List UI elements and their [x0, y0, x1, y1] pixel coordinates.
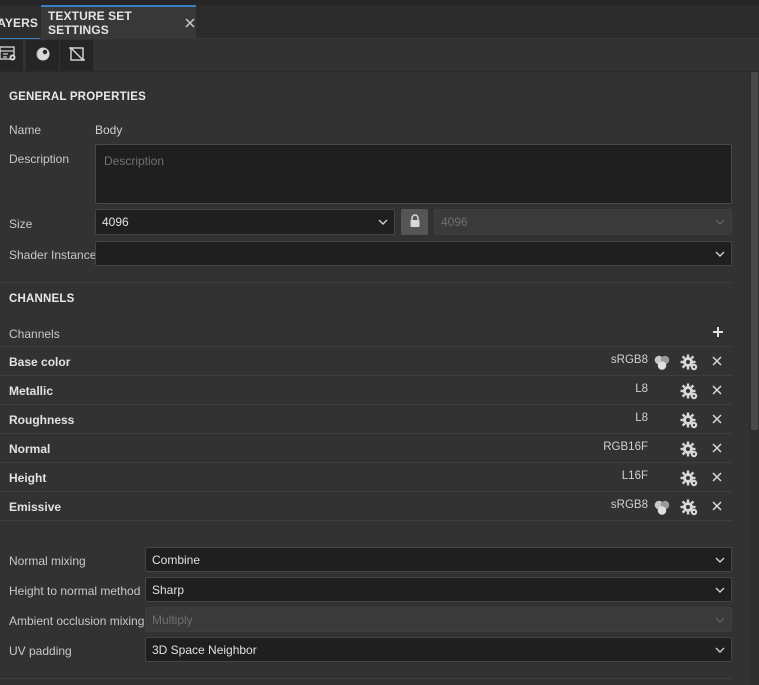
- channel-format[interactable]: L8: [635, 412, 648, 424]
- channel-row[interactable]: Roughness L8: [0, 405, 732, 434]
- channel-settings-icon[interactable]: [680, 411, 698, 429]
- remove-channel-icon[interactable]: [711, 355, 723, 367]
- ao-mixing-dropdown: Multiply: [145, 607, 732, 632]
- channel-format[interactable]: sRGB8: [611, 354, 648, 366]
- tab-layers-label: LAYERS: [0, 16, 38, 30]
- description-placeholder: Description: [104, 154, 165, 168]
- size-label: Size: [9, 217, 33, 231]
- channel-settings-icon[interactable]: [680, 498, 698, 516]
- chevron-down-icon: [715, 557, 725, 563]
- uv-frame-icon: [68, 46, 85, 65]
- channel-name: Normal: [9, 442, 51, 456]
- channel-name: Emissive: [9, 500, 62, 514]
- close-icon[interactable]: [184, 17, 196, 29]
- chevron-down-icon: [715, 251, 725, 257]
- remove-channel-icon[interactable]: [711, 413, 723, 425]
- channel-name: Roughness: [9, 413, 75, 427]
- uv-settings-button[interactable]: [60, 40, 93, 71]
- chevron-down-icon: [715, 587, 725, 593]
- add-channel-button[interactable]: [712, 326, 724, 338]
- uv-padding-value: 3D Space Neighbor: [152, 642, 257, 657]
- channel-settings-icon[interactable]: [680, 382, 698, 400]
- tab-texture-set-settings[interactable]: TEXTURE SET SETTINGS: [41, 5, 196, 39]
- normal-mixing-label: Normal mixing: [9, 554, 86, 568]
- channel-format[interactable]: L8: [635, 383, 648, 395]
- general-properties-heading: GENERAL PROPERTIES: [9, 91, 146, 103]
- color-profile-icon[interactable]: [653, 353, 671, 371]
- channel-format[interactable]: L16F: [622, 470, 648, 482]
- bottom-divider: [0, 678, 732, 679]
- ao-mixing-label: Ambient occlusion mixing: [9, 614, 145, 628]
- channel-row[interactable]: Normal RGB16F: [0, 434, 732, 463]
- remove-channel-icon[interactable]: [711, 442, 723, 454]
- channel-settings-icon[interactable]: [680, 440, 698, 458]
- material-sphere-icon: [35, 46, 51, 65]
- texture-set-settings-icon: [0, 46, 17, 65]
- channel-format[interactable]: sRGB8: [611, 499, 648, 511]
- channel-settings-icon[interactable]: [680, 353, 698, 371]
- height-to-normal-value: Sharp: [152, 582, 185, 597]
- chevron-down-icon: [715, 647, 725, 653]
- ao-mixing-value: Multiply: [152, 612, 193, 627]
- size-value: 4096: [102, 215, 129, 229]
- channel-name: Base color: [9, 355, 71, 369]
- section-divider: [0, 282, 732, 283]
- uv-padding-dropdown[interactable]: 3D Space Neighbor: [145, 637, 732, 662]
- panel-tab-bar: LAYERS TEXTURE SET SETTINGS: [0, 0, 759, 40]
- chevron-down-icon: [378, 219, 388, 225]
- channel-name: Height: [9, 471, 47, 485]
- remove-channel-icon[interactable]: [711, 500, 723, 512]
- chevron-down-icon: [715, 219, 725, 225]
- remove-channel-icon[interactable]: [711, 384, 723, 396]
- height-to-normal-dropdown[interactable]: Sharp: [145, 577, 732, 602]
- shader-instance-label: Shader Instance: [9, 248, 97, 262]
- chevron-down-icon: [715, 617, 725, 623]
- scrollbar-thumb[interactable]: [751, 72, 758, 430]
- material-view-button[interactable]: [26, 40, 59, 71]
- shader-instance-dropdown[interactable]: [95, 241, 732, 266]
- remove-channel-icon[interactable]: [711, 471, 723, 483]
- channel-row[interactable]: Base color sRGB8: [0, 347, 732, 376]
- normal-mixing-dropdown[interactable]: Combine: [145, 547, 732, 572]
- channel-row[interactable]: Emissive sRGB8: [0, 492, 732, 521]
- description-field[interactable]: Description: [95, 144, 732, 204]
- normal-mixing-value: Combine: [152, 552, 201, 567]
- height-to-normal-label: Height to normal method: [9, 584, 141, 598]
- size-lock-button[interactable]: [401, 209, 428, 235]
- description-label: Description: [9, 152, 70, 166]
- tab-texture-set-settings-label: TEXTURE SET SETTINGS: [48, 9, 132, 37]
- texture-set-toolbar: [0, 39, 759, 72]
- name-label: Name: [9, 123, 42, 137]
- name-value: Body: [95, 123, 123, 137]
- size-dropdown[interactable]: 4096: [95, 209, 395, 235]
- tab-layers[interactable]: LAYERS: [0, 7, 40, 40]
- channel-row[interactable]: Height L16F: [0, 463, 732, 492]
- uv-padding-label: UV padding: [9, 644, 72, 658]
- plus-icon: [713, 327, 723, 337]
- channels-list-label: Channels: [9, 327, 60, 341]
- lock-icon: [409, 213, 421, 231]
- channels-heading: CHANNELS: [9, 293, 75, 305]
- channel-row[interactable]: Metallic L8: [0, 376, 732, 405]
- size-linked-dropdown: 4096: [434, 209, 732, 235]
- texture-set-settings-button[interactable]: [0, 40, 23, 71]
- channel-name: Metallic: [9, 384, 54, 398]
- color-profile-icon[interactable]: [653, 498, 671, 516]
- size-linked-value: 4096: [441, 215, 468, 229]
- channel-settings-icon[interactable]: [680, 469, 698, 487]
- channel-format[interactable]: RGB16F: [603, 441, 648, 453]
